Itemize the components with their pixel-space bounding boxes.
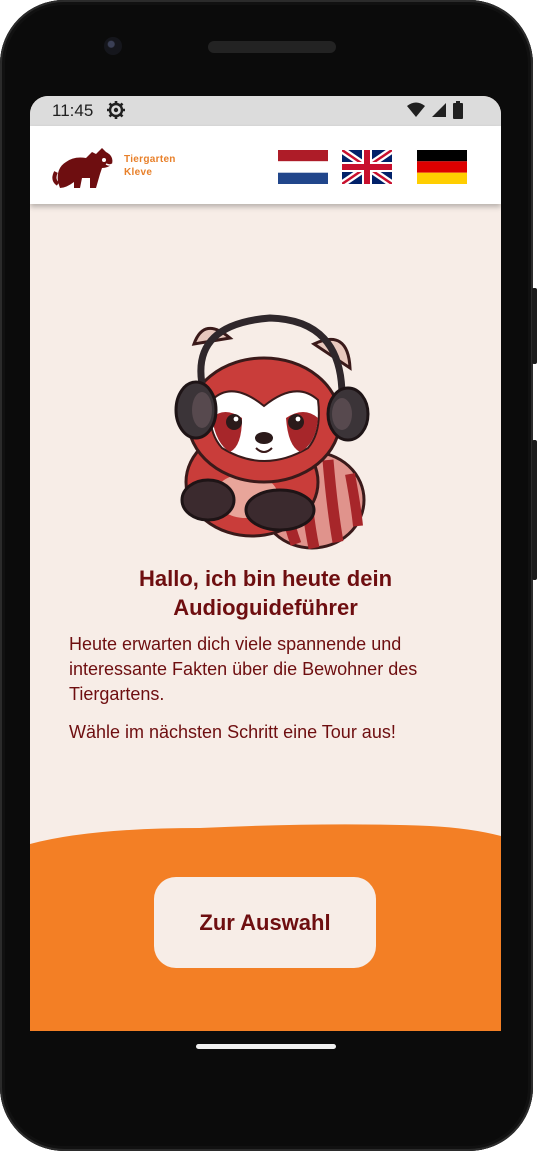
battery-icon	[453, 101, 463, 119]
instruction-paragraph: Wähle im nächsten Schritt eine Tour aus!	[69, 722, 396, 742]
cell-signal-icon	[432, 103, 446, 117]
front-camera	[104, 37, 122, 55]
app-header: Tiergarten Kleve	[30, 126, 501, 204]
earpiece-speaker	[208, 41, 336, 53]
wifi-icon	[407, 102, 425, 117]
germany-flag-icon[interactable]	[417, 150, 467, 184]
red-panda-logo-icon[interactable]	[52, 138, 116, 194]
zur-auswahl-button[interactable]: Zur Auswahl	[154, 877, 376, 968]
gesture-navigation-handle[interactable]	[196, 1044, 336, 1049]
logo-line-1: Tiergarten	[124, 154, 176, 165]
netherlands-flag-icon[interactable]	[278, 150, 328, 184]
welcome-heading: Hallo, ich bin heute dein Audioguideführ…	[138, 566, 393, 620]
app-screen: 11:45 Tiergarten Kleve Hallo, ich bin he…	[30, 96, 501, 1031]
volume-button	[532, 440, 537, 580]
power-button	[532, 288, 537, 364]
logo-wordmark: Tiergarten Kleve	[124, 153, 176, 179]
logo-line-2: Kleve	[124, 167, 153, 178]
intro-paragraph: Heute erwarten dich viele spannende und …	[69, 634, 418, 704]
red-panda-mascot-illustration	[174, 314, 370, 550]
uk-flag-icon[interactable]	[342, 150, 392, 184]
settings-gear-icon	[107, 101, 125, 119]
phone-frame: 11:45 Tiergarten Kleve Hallo, ich bin he…	[0, 0, 533, 1151]
status-time: 11:45	[52, 101, 94, 120]
status-bar: 11:45	[30, 96, 501, 126]
